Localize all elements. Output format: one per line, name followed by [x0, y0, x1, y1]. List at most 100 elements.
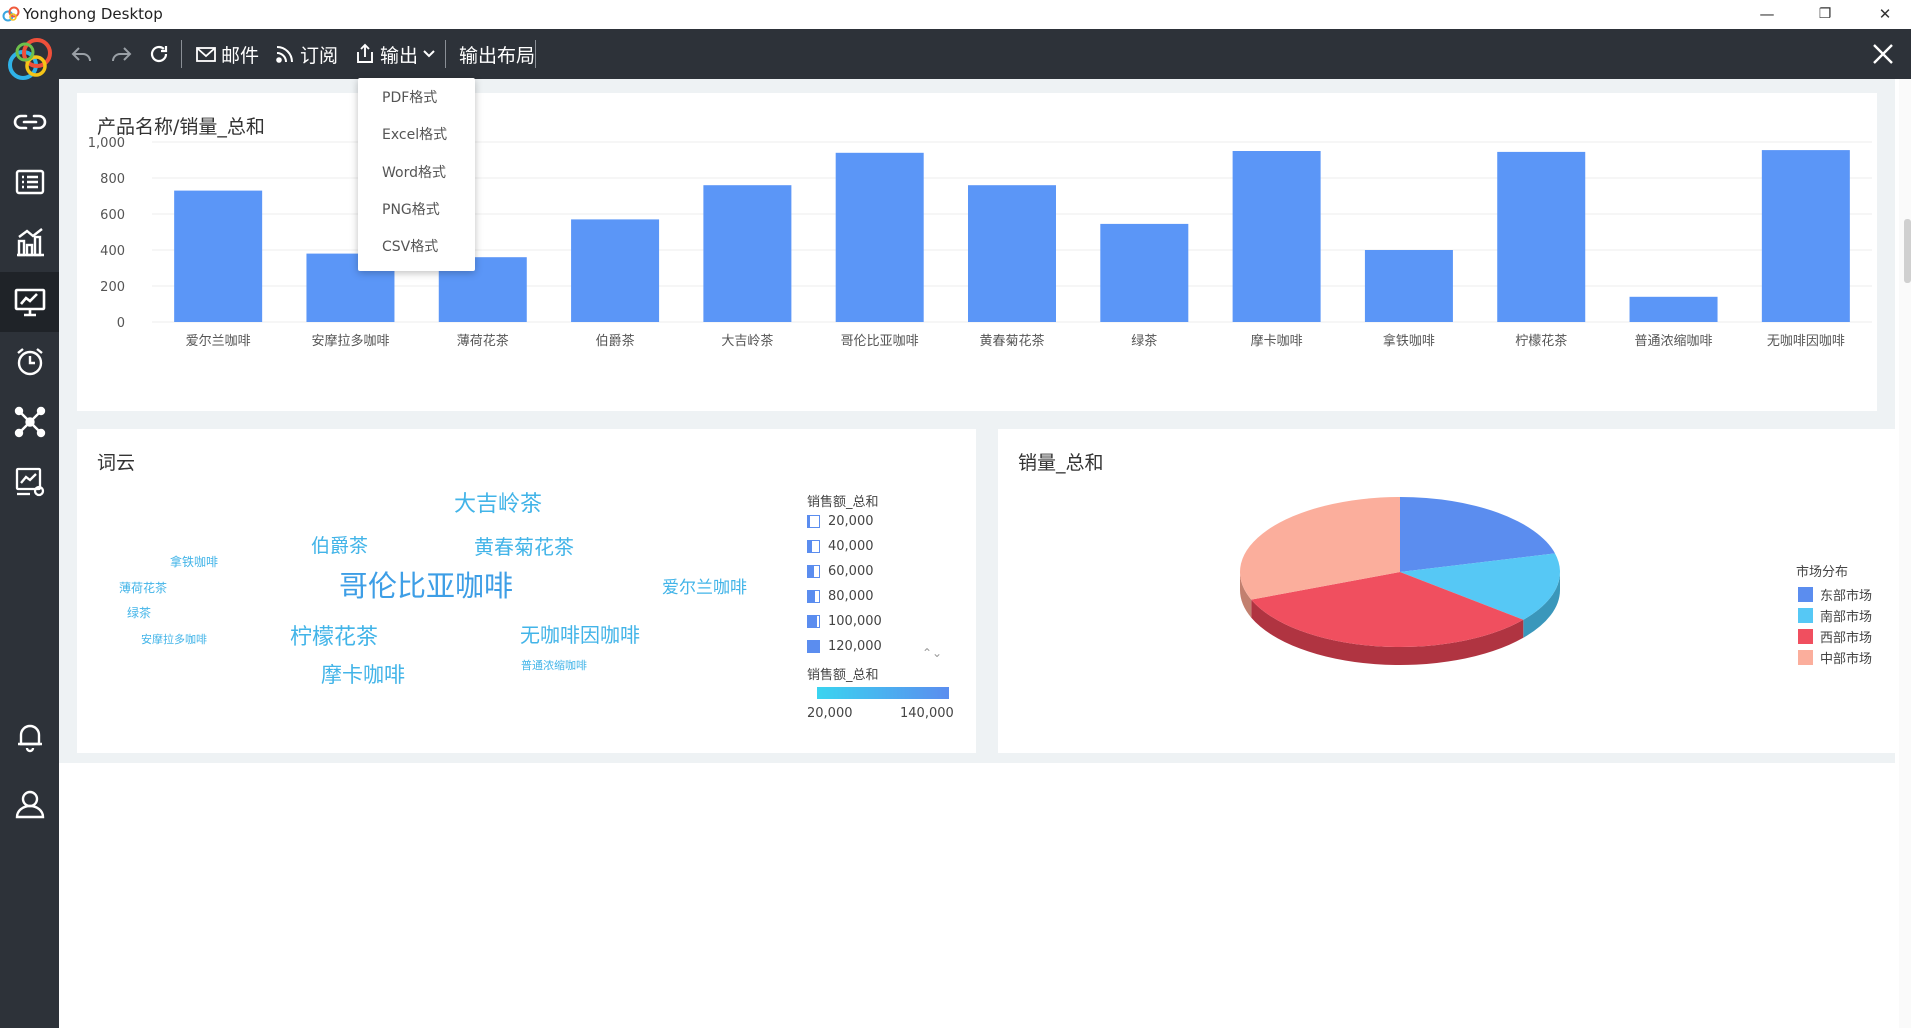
x-tick-label: 伯爵茶 [596, 333, 635, 349]
pie-chart [1240, 497, 1560, 665]
report-settings-icon [15, 467, 44, 497]
pie-legend-item[interactable]: 中部市场 [1798, 648, 1872, 667]
mail-button[interactable]: 邮件 [195, 29, 259, 79]
pie-legend-label: 西部市场 [1820, 631, 1873, 646]
pie-legend-title: 市场分布 [1796, 565, 1849, 580]
bar[interactable] [1497, 151, 1586, 322]
yonghong-logo-icon [8, 38, 52, 80]
word-cloud-word[interactable]: 安摩拉多咖啡 [141, 631, 207, 647]
word-cloud-word[interactable]: 伯爵茶 [311, 531, 368, 558]
bar[interactable] [174, 190, 263, 322]
bar[interactable] [835, 152, 924, 322]
word-cloud-word[interactable]: 无咖啡因咖啡 [520, 619, 640, 648]
title-bar: Yonghong Desktop — ❐ ✕ [0, 0, 1911, 30]
word-cloud-word[interactable]: 哥伦比亚咖啡 [339, 563, 513, 605]
alarm-clock-icon [16, 348, 43, 376]
word-cloud-word[interactable]: 大吉岭茶 [454, 486, 542, 518]
output-layout-label: 输出布局 [459, 44, 536, 67]
size-legend-swatch [807, 615, 820, 628]
close-window-button[interactable]: ✕ [1862, 0, 1908, 29]
pie-legend-item[interactable]: 东部市场 [1798, 585, 1872, 604]
size-legend-item: 120,000 [807, 639, 882, 654]
toolbar-separator [535, 40, 536, 68]
bar[interactable] [1364, 250, 1453, 322]
user-icon [15, 790, 44, 819]
size-legend-label: 40,000 [828, 539, 874, 554]
size-legend-swatch [807, 640, 820, 653]
sidebar-item-datasource[interactable] [0, 92, 59, 152]
x-tick-label: 摩卡咖啡 [1251, 333, 1303, 349]
y-tick-label: 1,000 [88, 136, 125, 151]
sidebar-item-dataset[interactable] [0, 152, 59, 212]
menu-item-csv[interactable]: CSV格式 [358, 229, 475, 266]
subscribe-button[interactable]: 订阅 [274, 29, 338, 79]
pie-legend-item[interactable]: 西部市场 [1798, 627, 1872, 646]
size-legend-swatch [807, 590, 820, 603]
refresh-icon[interactable] [147, 42, 171, 66]
menu-item-word[interactable]: Word格式 [358, 155, 475, 192]
word-cloud-word[interactable]: 爱尔兰咖啡 [662, 573, 747, 598]
maximize-button[interactable]: ❐ [1802, 0, 1848, 29]
bar[interactable] [1761, 150, 1850, 322]
list-icon [15, 169, 44, 195]
size-legend-item: 100,000 [807, 614, 882, 629]
bar[interactable] [571, 219, 660, 322]
size-legend-item: 40,000 [807, 539, 874, 554]
sidebar [0, 29, 59, 1028]
sidebar-item-model[interactable] [0, 392, 59, 452]
export-icon [357, 43, 373, 63]
redo-icon[interactable] [109, 42, 133, 66]
undo-icon[interactable] [70, 42, 94, 66]
bar[interactable] [703, 185, 792, 322]
sidebar-item-analysis[interactable] [0, 212, 59, 272]
export-dropdown-button[interactable]: 输出 [354, 29, 440, 79]
bar-chart-panel[interactable]: 产品名称/销量_总和 0 200 400 600 800 1,000 爱尔兰咖啡 安摩拉多咖啡… [77, 93, 1877, 411]
bar[interactable] [1629, 296, 1718, 322]
sidebar-item-admin[interactable] [0, 452, 59, 512]
close-icon[interactable] [1869, 40, 1897, 68]
x-tick-label: 绿茶 [1131, 333, 1157, 349]
scrollbar-thumb[interactable] [1904, 219, 1911, 283]
word-cloud-panel[interactable]: 词云 大吉岭茶伯爵茶 黄春菊花茶拿铁咖啡 薄荷花茶 哥伦比亚咖啡 爱尔兰咖啡绿茶柠檬花茶… [77, 429, 976, 753]
color-legend-title: 销售额_总和 [807, 668, 879, 683]
export-menu: PDF格式 Excel格式 Word格式 PNG格式 CSV格式 [358, 78, 475, 271]
mail-icon [196, 47, 216, 62]
sidebar-item-notifications[interactable] [0, 707, 59, 767]
x-tick-label: 安摩拉多咖啡 [311, 333, 389, 349]
window-title: Yonghong Desktop [23, 5, 163, 23]
size-legend-item: 80,000 [807, 589, 874, 604]
chevron-down-icon [423, 50, 435, 58]
word-cloud-word[interactable]: 普通浓缩咖啡 [521, 657, 587, 673]
size-legend-title: 销售额_总和 [807, 495, 879, 510]
word-cloud-word[interactable]: 柠檬花茶 [290, 619, 378, 651]
word-cloud-word[interactable]: 拿铁咖啡 [170, 553, 218, 570]
word-cloud-word[interactable]: 摩卡咖啡 [321, 659, 405, 689]
x-tick-label: 柠檬花茶 [1515, 333, 1567, 349]
bar[interactable] [968, 185, 1056, 322]
size-legend-label: 60,000 [828, 564, 874, 579]
menu-item-excel[interactable]: Excel格式 [358, 117, 475, 154]
pie-chart-panel[interactable]: 销量_总和 市场分布 东部市场 南部市场 西部市场 中部市场 [998, 429, 1895, 753]
color-legend-max: 140,000 [900, 706, 954, 721]
rss-icon [276, 46, 293, 63]
word-cloud-word[interactable]: 绿茶 [127, 604, 151, 621]
bar[interactable] [1232, 151, 1321, 322]
menu-item-pdf[interactable]: PDF格式 [358, 80, 475, 117]
vertical-scrollbar[interactable] [1899, 79, 1911, 1028]
sidebar-item-schedule[interactable] [0, 332, 59, 392]
x-tick-label: 普通浓缩咖啡 [1635, 333, 1713, 349]
word-cloud-word[interactable]: 薄荷花茶 [119, 579, 167, 596]
minimize-button[interactable]: — [1744, 0, 1790, 29]
output-layout-button[interactable]: 输出布局 [459, 29, 535, 79]
sidebar-item-dashboard[interactable] [0, 272, 59, 332]
bar[interactable] [1100, 223, 1189, 322]
word-cloud-title: 词云 [97, 452, 136, 474]
menu-item-png[interactable]: PNG格式 [358, 192, 475, 229]
pie-legend-item[interactable]: 南部市场 [1798, 606, 1872, 625]
subscribe-label: 订阅 [300, 44, 339, 67]
legend-scroll-arrows[interactable]: ⌃⌄ [922, 647, 942, 659]
sidebar-item-user[interactable] [0, 774, 59, 834]
y-tick-label: 400 [100, 244, 125, 259]
pie-legend-swatch [1798, 608, 1813, 623]
word-cloud-word[interactable]: 黄春菊花茶 [474, 531, 574, 560]
